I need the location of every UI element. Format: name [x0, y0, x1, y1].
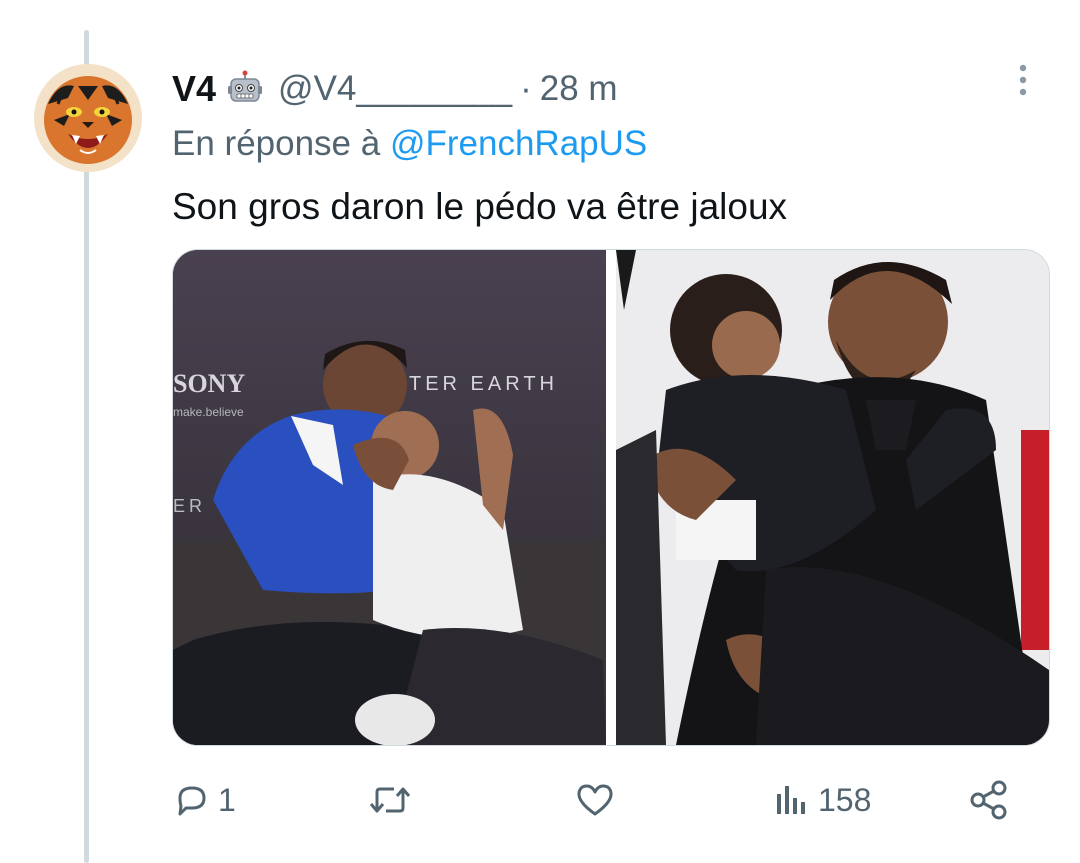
share-button[interactable] — [968, 772, 1010, 828]
retweet-button[interactable] — [368, 772, 418, 828]
media-overlay-text-earth: TER EARTH — [409, 373, 558, 395]
media-overlay-text-makebelieve: make.believe — [173, 405, 244, 419]
retweet-icon — [369, 787, 411, 813]
reply-prefix: En réponse à — [172, 124, 381, 163]
tweet-text: Son gros daron le pédo va être jaloux — [172, 186, 788, 227]
user-handle[interactable]: @V4________ — [278, 69, 512, 109]
more-options-button[interactable] — [1008, 62, 1038, 102]
timestamp[interactable]: 28 m — [540, 69, 618, 109]
separator-dot: · — [520, 69, 532, 108]
media-photo-1[interactable]: SONY make.believe TER EARTH ER — [173, 250, 606, 745]
tweet-header: V4 @V4________ · 28 m — [172, 64, 618, 114]
media-photo-2[interactable] — [616, 250, 1049, 745]
media-overlay-text-er: ER — [173, 496, 206, 516]
views-icon — [777, 786, 805, 814]
robot-icon — [226, 70, 264, 108]
reply-to-handle-link[interactable]: @FrenchRapUS — [390, 124, 647, 163]
display-name[interactable]: V4 — [172, 68, 216, 110]
media-overlay-text-sony: SONY — [173, 369, 245, 398]
media-divider — [606, 250, 616, 745]
reply-context: En réponse à @FrenchRapUS — [172, 124, 647, 164]
avatar[interactable] — [34, 64, 142, 172]
more-vertical-icon — [1019, 64, 1027, 96]
views-button[interactable]: 158 — [772, 772, 871, 828]
reply-count: 1 — [218, 781, 236, 818]
photo-icon — [616, 250, 1049, 745]
photo-icon: SONY make.believe TER EARTH ER — [173, 250, 606, 745]
tiger-avatar-image — [34, 64, 142, 172]
tweet-page: V4 @V4________ · 28 m En réponse à @Fren… — [0, 0, 1080, 863]
reply-icon — [178, 786, 206, 816]
views-count: 158 — [818, 781, 872, 818]
media-grid: SONY make.believe TER EARTH ER — [172, 249, 1050, 746]
heart-icon — [577, 784, 613, 816]
tweet-action-bar: 1 158 — [172, 772, 1022, 828]
reply-button[interactable]: 1 — [172, 772, 236, 828]
like-button[interactable] — [574, 772, 622, 828]
share-icon — [970, 780, 1007, 820]
